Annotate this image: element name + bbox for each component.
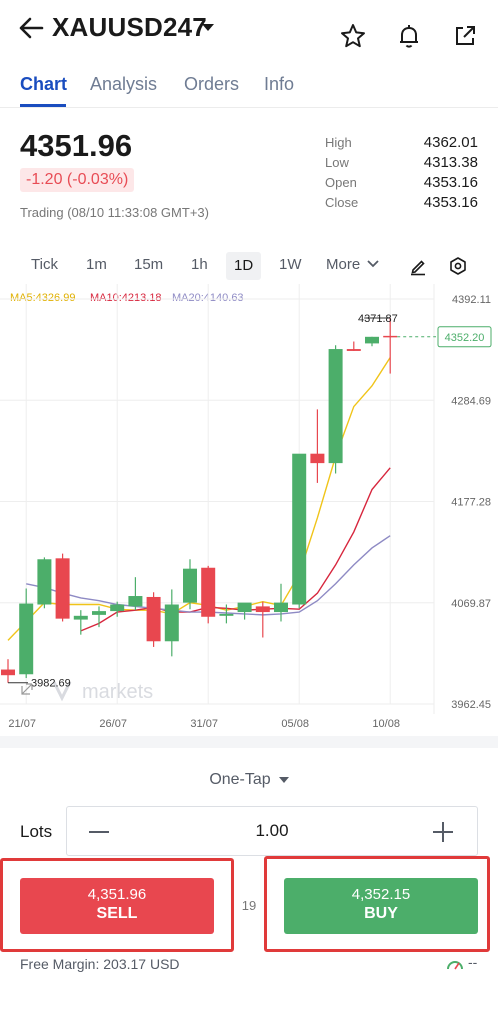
candle-up bbox=[328, 349, 343, 464]
stat-low-value: 4313.38 bbox=[423, 154, 478, 171]
stat-close-value: 4353.16 bbox=[423, 194, 478, 211]
timeframe-1w[interactable]: 1W bbox=[279, 256, 302, 273]
tab-orders[interactable]: Orders bbox=[184, 74, 239, 95]
sell-label: SELL bbox=[96, 905, 138, 922]
candle-down bbox=[255, 606, 270, 613]
trading-status: Trading (08/10 11:33:08 GMT+3) bbox=[20, 205, 209, 220]
candle-down bbox=[55, 558, 70, 619]
timeframe-tick[interactable]: Tick bbox=[31, 256, 58, 273]
candle-up bbox=[164, 604, 179, 642]
gauge-icon bbox=[447, 961, 463, 970]
lots-input[interactable]: 1.00 bbox=[67, 821, 477, 841]
watermark-text: markets bbox=[82, 681, 153, 703]
chevron-down-icon bbox=[367, 260, 379, 268]
sell-button[interactable]: 4,351.96 SELL bbox=[20, 878, 214, 934]
pencil-icon[interactable] bbox=[408, 256, 428, 276]
ma-line-ma10 bbox=[80, 467, 391, 632]
timeframe-1m[interactable]: 1m bbox=[86, 256, 107, 273]
settings-icon[interactable] bbox=[448, 256, 468, 276]
y-axis-label: 4177.28 bbox=[451, 497, 491, 509]
back-arrow-icon[interactable] bbox=[18, 14, 44, 42]
buy-price: 4,352.15 bbox=[351, 886, 411, 903]
price-change-badge: -1.20 (-0.03%) bbox=[20, 168, 135, 192]
x-axis-label: 26/07 bbox=[99, 718, 127, 730]
active-tab-indicator bbox=[20, 104, 66, 107]
stat-high-label: High bbox=[325, 135, 352, 150]
lots-label: Lots bbox=[20, 822, 53, 841]
candle-down bbox=[201, 567, 216, 617]
current-price: 4351.96 bbox=[20, 128, 133, 163]
lots-stepper: 1.00 bbox=[66, 806, 478, 856]
section-divider bbox=[0, 736, 498, 748]
section-tabs: Chart Analysis Orders Info bbox=[0, 70, 498, 108]
candle-up bbox=[365, 336, 379, 344]
buy-label: BUY bbox=[364, 905, 398, 922]
y-axis-label: 4284.69 bbox=[451, 395, 491, 407]
bell-icon[interactable] bbox=[395, 22, 423, 50]
top-bar: XAUUSD247 bbox=[0, 0, 498, 62]
order-mode-selector[interactable]: One-Tap bbox=[0, 771, 498, 789]
candle-up bbox=[183, 568, 197, 603]
margin-level: -- bbox=[468, 954, 478, 970]
candlestick-chart[interactable]: markets 4392.11 4284.69 4177.28 4069.87 3962… bbox=[0, 284, 498, 734]
candle-down bbox=[310, 453, 325, 464]
price-chart[interactable]: MA5:4326.99 MA10:4213.18 MA20:4140.63 ma… bbox=[0, 284, 498, 734]
candle-up bbox=[73, 615, 88, 620]
candle-down bbox=[346, 349, 361, 351]
timeframe-1d[interactable]: 1D bbox=[226, 252, 262, 280]
share-icon[interactable] bbox=[451, 22, 479, 50]
candle-down bbox=[146, 596, 161, 642]
plus-icon-vertical[interactable] bbox=[442, 822, 444, 842]
tab-chart[interactable]: Chart bbox=[20, 74, 67, 95]
sell-price: 4,351.96 bbox=[87, 886, 147, 903]
candle-up bbox=[110, 604, 125, 612]
chevron-down-icon bbox=[278, 776, 289, 783]
x-axis-label: 10/08 bbox=[372, 718, 400, 730]
current-price-tag-text: 4352.20 bbox=[445, 332, 485, 344]
x-axis-label: 31/07 bbox=[190, 718, 218, 730]
stat-open-value: 4353.16 bbox=[423, 174, 478, 191]
candle-up bbox=[19, 603, 34, 675]
stat-high-value: 4362.01 bbox=[423, 134, 478, 151]
y-axis-label: 3962.45 bbox=[451, 699, 491, 711]
stat-close-label: Close bbox=[325, 195, 359, 210]
free-margin: Free Margin: 203.17 USD bbox=[20, 956, 180, 972]
order-mode-label: One-Tap bbox=[209, 771, 271, 788]
stat-low-label: Low bbox=[325, 155, 349, 170]
timeframe-1h[interactable]: 1h bbox=[191, 256, 208, 273]
candle-up bbox=[292, 453, 307, 605]
x-axis-label: 21/07 bbox=[8, 718, 36, 730]
candle-up bbox=[92, 611, 106, 615]
more-label: More bbox=[326, 256, 361, 273]
timeframe-15m[interactable]: 15m bbox=[134, 256, 163, 273]
stat-open-label: Open bbox=[325, 175, 357, 190]
symbol-title[interactable]: XAUUSD247 bbox=[52, 12, 207, 43]
candle-down bbox=[1, 669, 15, 676]
candle-up bbox=[128, 596, 143, 607]
star-icon[interactable] bbox=[339, 22, 367, 50]
buy-button[interactable]: 4,352.15 BUY bbox=[284, 878, 478, 934]
tab-info[interactable]: Info bbox=[264, 74, 294, 95]
spread-value: 19 bbox=[241, 898, 257, 913]
candle-up bbox=[219, 613, 234, 616]
max-annotation-text: 4371.87 bbox=[358, 313, 398, 325]
tab-analysis[interactable]: Analysis bbox=[90, 74, 157, 95]
y-axis-label: 4069.87 bbox=[451, 598, 491, 610]
candle-down bbox=[383, 335, 398, 338]
y-axis-label: 4392.11 bbox=[452, 294, 491, 306]
x-axis-label: 05/08 bbox=[281, 718, 309, 730]
candle-up bbox=[274, 602, 288, 613]
timeframe-bar: Tick 1m 15m 1h 1D 1W More bbox=[0, 252, 498, 280]
min-annotation-text: 3982.69 bbox=[31, 678, 71, 690]
candle-up bbox=[237, 602, 252, 613]
timeframe-more[interactable]: More bbox=[326, 256, 379, 273]
chevron-down-icon[interactable] bbox=[202, 24, 214, 31]
candle-up bbox=[37, 559, 52, 605]
